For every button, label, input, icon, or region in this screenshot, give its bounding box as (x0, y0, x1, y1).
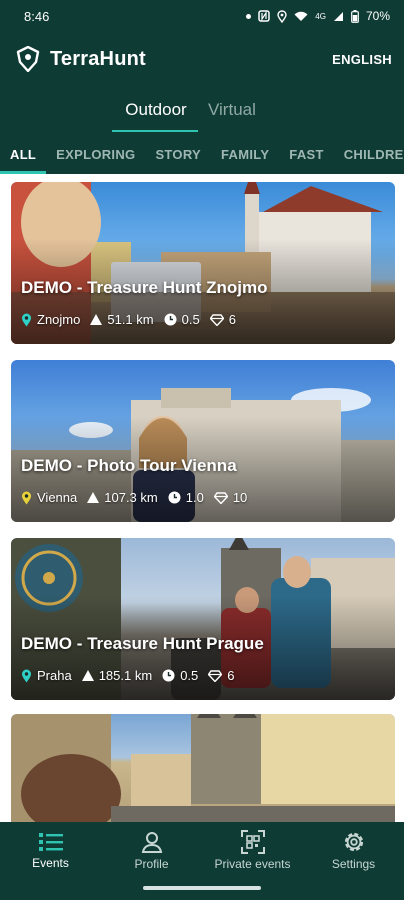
app-header: TerraHunt ENGLISH (0, 32, 404, 86)
event-title: DEMO - Photo Tour Vienna (21, 456, 237, 475)
clock-icon (164, 313, 177, 326)
nav-events[interactable]: Events (1, 831, 101, 870)
diamond-icon (209, 313, 224, 326)
notification-dot-icon (246, 13, 252, 19)
battery-level: 70% (365, 9, 390, 23)
diamond-icon (213, 491, 228, 504)
location-icon (277, 9, 287, 23)
location-pin-icon (22, 669, 31, 682)
event-points: 10 (213, 490, 248, 505)
event-city-name: Znojmo (37, 312, 81, 327)
nfc-icon (258, 10, 271, 22)
event-points-value: 6 (227, 668, 235, 683)
location-pin-icon (22, 313, 31, 326)
category-tab-exploring[interactable]: EXPLORING (46, 134, 145, 174)
event-city: Praha (21, 668, 72, 683)
status-icons: 4G 70% (246, 9, 390, 23)
event-distance: 107.3 km (87, 490, 158, 505)
location-shield-icon (16, 46, 40, 72)
nav-private-events[interactable]: Private events (203, 829, 303, 871)
status-time: 8:46 (24, 8, 50, 24)
mode-tabs: Outdoor Virtual (0, 86, 404, 134)
event-card[interactable]: DEMO - Photo Tour Vienna Vienna 107.3 km… (11, 360, 395, 522)
event-points: 6 (209, 312, 236, 327)
nav-settings[interactable]: Settings (304, 830, 404, 871)
event-city-name: Praha (37, 668, 72, 683)
nav-events-label: Events (32, 855, 69, 870)
event-duration: 1.0 (168, 490, 204, 505)
event-title: DEMO - Treasure Hunt Znojmo (21, 278, 268, 297)
event-card[interactable] (11, 714, 395, 822)
clock-icon (162, 669, 175, 682)
event-distance-value: 107.3 km (104, 490, 158, 505)
category-tab-story[interactable]: STORY (145, 134, 211, 174)
event-duration: 0.5 (164, 312, 200, 327)
nav-profile[interactable]: Profile (102, 830, 202, 871)
nav-settings-label: Settings (331, 856, 376, 871)
category-tab-all[interactable]: ALL (0, 134, 47, 174)
event-meta: Znojmo 51.1 km 0.5 6 (21, 312, 236, 327)
event-duration: 0.5 (162, 668, 198, 683)
event-city: Znojmo (21, 312, 80, 327)
event-city-name: Vienna (37, 490, 78, 505)
category-tab-children[interactable]: CHILDREN (334, 134, 404, 174)
profile-icon (141, 831, 162, 853)
list-icon (38, 832, 63, 851)
event-distance: 51.1 km (90, 312, 154, 327)
tab-outdoor[interactable]: Outdoor (112, 86, 200, 134)
event-distance-value: 51.1 km (107, 312, 154, 327)
nav-profile-label: Profile (134, 856, 169, 871)
event-distance-value: 185.1 km (98, 668, 153, 683)
cell-signal-icon (333, 11, 343, 21)
event-duration-value: 1.0 (185, 490, 204, 505)
nav-private-events-label: Private events (214, 856, 291, 871)
battery-icon (351, 9, 359, 23)
brand: TerraHunt (16, 46, 146, 72)
event-list[interactable]: DEMO - Treasure Hunt Znojmo Znojmo 51.1 … (0, 174, 404, 822)
mountain-icon (90, 314, 103, 325)
clock-icon (168, 491, 181, 504)
location-pin-icon (22, 491, 31, 504)
event-meta: Vienna 107.3 km 1.0 10 (21, 490, 247, 505)
category-tabs: ALL EXPLORING STORY FAMILY FAST CHILDREN (0, 134, 404, 174)
category-tab-family[interactable]: FAMILY (211, 134, 279, 174)
event-duration-value: 0.5 (180, 668, 199, 683)
event-points-value: 10 (232, 490, 248, 505)
event-duration-value: 0.5 (181, 312, 200, 327)
event-distance: 185.1 km (81, 668, 153, 683)
status-bar: 8:46 4G 70% (0, 0, 404, 32)
language-button[interactable]: ENGLISH (332, 52, 392, 67)
gesture-area (0, 878, 404, 900)
mountain-icon (81, 670, 94, 681)
category-tab-fast[interactable]: FAST (279, 134, 333, 174)
qr-scan-icon (240, 829, 265, 854)
event-meta: Praha 185.1 km 0.5 6 (21, 668, 235, 683)
event-title: DEMO - Treasure Hunt Prague (21, 634, 264, 653)
event-photo (11, 714, 395, 822)
tab-virtual[interactable]: Virtual (200, 86, 270, 134)
wifi-icon (294, 11, 308, 21)
event-points: 6 (208, 668, 235, 683)
home-gesture-bar[interactable] (143, 886, 261, 890)
gear-icon (344, 832, 363, 851)
event-card[interactable]: DEMO - Treasure Hunt Prague Praha 185.1 … (11, 538, 395, 700)
app-title: TerraHunt (50, 47, 146, 70)
mountain-icon (87, 492, 100, 503)
event-points-value: 6 (228, 312, 236, 327)
network-type: 4G (315, 11, 326, 21)
event-card[interactable]: DEMO - Treasure Hunt Znojmo Znojmo 51.1 … (11, 182, 395, 344)
bottom-navigation: Events Profile Private events Settings (0, 822, 404, 878)
diamond-icon (208, 669, 223, 682)
event-city: Vienna (21, 490, 77, 505)
